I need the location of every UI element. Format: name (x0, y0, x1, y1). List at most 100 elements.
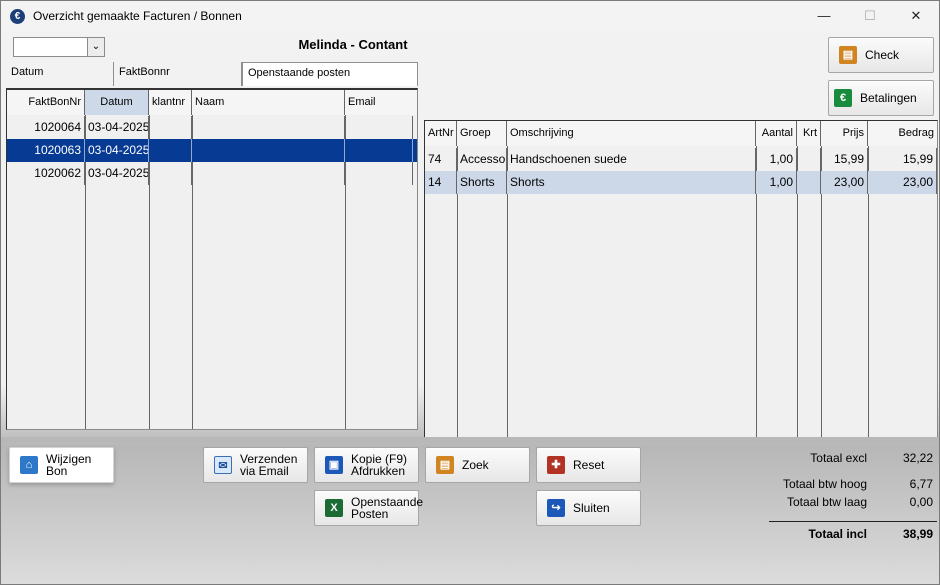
article-price: 15,99 (821, 148, 868, 171)
article-discount (797, 171, 821, 194)
column-krt[interactable]: Krt (797, 121, 821, 146)
wijzigen-bon-button[interactable]: ⌂ Wijzigen Bon (9, 447, 114, 483)
check-button-label: Check (865, 48, 900, 62)
column-aantal[interactable]: Aantal (756, 121, 797, 146)
lower-panel-separator (1, 437, 939, 443)
openstaande-posten-button[interactable]: X Openstaande Posten (314, 490, 423, 526)
article-discount (797, 148, 821, 171)
reset-button[interactable]: ✚ Reset (536, 447, 641, 483)
column-naam[interactable]: Naam (192, 90, 345, 115)
column-klantnr[interactable]: klantnr (149, 90, 192, 115)
column-bedrag[interactable]: Bedrag (868, 121, 937, 146)
article-amount: 23,00 (868, 171, 937, 194)
copy-print-button[interactable]: ▣ Kopie (F9) Afdrukken (314, 447, 419, 483)
customer-name-cell (192, 116, 345, 139)
title-bar: € Overzicht gemaakte Facturen / Bonnen —… (1, 1, 939, 31)
openstaande-posten-label: Openstaande Posten (351, 495, 424, 521)
invoice-lines-grid[interactable]: ArtNr Groep Omschrijving Aantal Krt Prij… (424, 120, 938, 440)
selected-invoice-row[interactable]: 1020063 03-04-2025 (7, 139, 417, 162)
tab-openstaande-posten[interactable]: Openstaande posten (242, 62, 418, 86)
zoek-button[interactable]: ▤ Zoek (425, 447, 530, 483)
email-send-label: Verzenden via Email (240, 452, 298, 478)
sluiten-button[interactable]: ↪ Sluiten (536, 490, 641, 526)
customer-number (149, 162, 192, 185)
invoice-overview-window: € Overzicht gemaakte Facturen / Bonnen —… (0, 0, 940, 585)
minimize-button[interactable]: — (801, 1, 847, 31)
printer-icon: ▣ (325, 456, 343, 474)
total-btw-hoog-label: Totaal btw hoog (782, 477, 867, 491)
customer-heading: Melinda - Contant (223, 37, 483, 52)
window-content: ⌄ Melinda - Contant Datum FaktBonnr Open… (1, 31, 939, 584)
total-incl-row: Totaal incl 38,99 (769, 527, 937, 545)
excel-icon: X (325, 499, 343, 517)
invoice-date: 03-04-2025 (85, 162, 149, 185)
close-button[interactable]: ✕ (893, 1, 939, 31)
application-logo-icon: € (10, 9, 25, 24)
invoice-row[interactable]: 1020062 03-04-2025 (7, 162, 417, 185)
invoice-row[interactable]: 1020064 03-04-2025 (7, 116, 417, 139)
total-excl-value: 32,22 (902, 451, 933, 465)
article-description: Shorts (507, 171, 756, 194)
total-incl-value: 38,99 (902, 527, 933, 541)
reset-icon: ✚ (547, 456, 565, 474)
total-btw-hoog-value: 6,77 (909, 477, 933, 491)
betalingen-button[interactable]: € Betalingen (828, 80, 934, 116)
column-datum[interactable]: Datum (85, 90, 149, 115)
copy-print-label: Kopie (F9) Afdrukken (351, 452, 408, 478)
customer-number (149, 139, 192, 162)
invoice-number: 1020063 (7, 139, 85, 162)
total-excl-label: Totaal excl (810, 451, 867, 465)
invoice-date: 03-04-2025 (85, 139, 149, 162)
email-icon: ✉ (214, 456, 232, 474)
customer-name-cell (192, 139, 345, 162)
column-artnr[interactable]: ArtNr (425, 121, 457, 146)
column-email[interactable]: Email (345, 90, 417, 115)
document-icon: ▤ (839, 46, 857, 64)
article-group: Shorts (457, 171, 507, 194)
reset-button-label: Reset (573, 458, 605, 472)
tab-datum[interactable]: Datum (6, 62, 114, 86)
invoice-number: 1020064 (7, 116, 85, 139)
customer-name: Melinda (298, 37, 347, 52)
sluiten-button-label: Sluiten (573, 501, 610, 515)
article-quantity: 1,00 (756, 171, 797, 194)
column-prijs[interactable]: Prijs (821, 121, 868, 146)
article-description: Handschoenen suede (507, 148, 756, 171)
edit-up-icon: ⌂ (20, 456, 38, 474)
email-send-button[interactable]: ✉ Verzenden via Email (203, 447, 308, 483)
betalingen-button-label: Betalingen (860, 91, 917, 105)
article-amount: 15,99 (868, 148, 937, 171)
customer-number (149, 116, 192, 139)
exit-icon: ↪ (547, 499, 565, 517)
totals-separator-line (769, 521, 937, 522)
column-faktbonnr[interactable]: FaktBonNr (7, 90, 85, 115)
customer-separator: - (350, 37, 355, 52)
window-title: Overzicht gemaakte Facturen / Bonnen (33, 9, 242, 23)
chevron-down-icon[interactable]: ⌄ (87, 38, 104, 56)
invoice-line-row[interactable]: 74 Accessoire Handschoenen suede 1,00 15… (425, 148, 937, 171)
total-btw-laag-label: Totaal btw laag (786, 495, 867, 509)
total-excl-row: Totaal excl 32,22 (769, 451, 937, 469)
article-group: Accessoire (457, 148, 507, 171)
customer-name-cell (192, 162, 345, 185)
selected-invoice-line-row[interactable]: 14 Shorts Shorts 1,00 23,00 23,00 (425, 171, 937, 194)
maximize-button[interactable]: ☐ (847, 1, 893, 31)
total-btw-laag-value: 0,00 (909, 495, 933, 509)
article-number: 74 (425, 148, 457, 171)
article-number: 14 (425, 171, 457, 194)
filter-dropdown[interactable]: ⌄ (13, 37, 105, 57)
column-omschrijving[interactable]: Omschrijving (507, 121, 756, 146)
customer-email (345, 116, 413, 139)
invoice-number: 1020062 (7, 162, 85, 185)
invoice-list-grid[interactable]: FaktBonNr Datum klantnr Naam Email 10200… (6, 88, 418, 430)
customer-email (345, 162, 413, 185)
article-price: 23,00 (821, 171, 868, 194)
tab-faktbonnr[interactable]: FaktBonnr (114, 62, 242, 86)
document-search-icon: ▤ (436, 456, 454, 474)
check-button[interactable]: ▤ Check (828, 37, 934, 73)
euro-icon: € (834, 89, 852, 107)
article-quantity: 1,00 (756, 148, 797, 171)
wijzigen-bon-label: Wijzigen Bon (46, 452, 92, 478)
column-groep[interactable]: Groep (457, 121, 507, 146)
zoek-button-label: Zoek (462, 458, 489, 472)
